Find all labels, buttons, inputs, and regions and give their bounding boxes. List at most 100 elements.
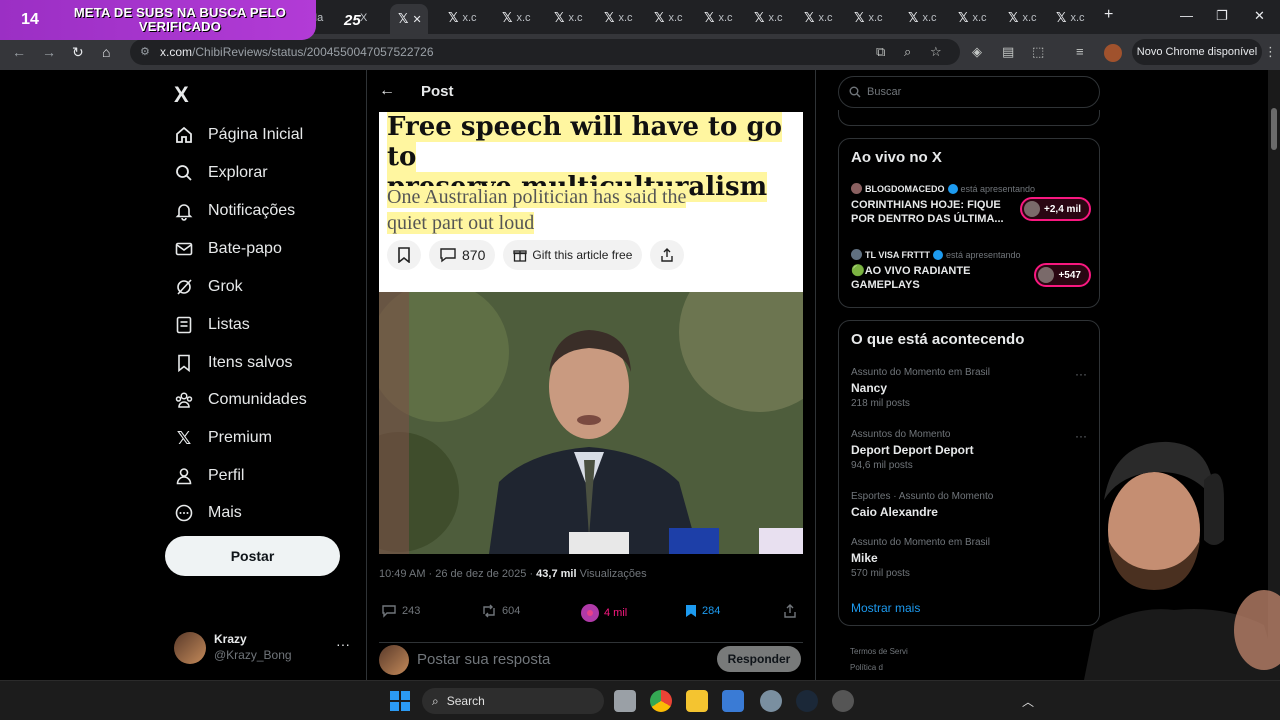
repost-action[interactable]: 604 bbox=[481, 604, 520, 618]
back-arrow-icon[interactable]: ← bbox=[379, 82, 395, 100]
profile-avatar[interactable] bbox=[1104, 44, 1122, 62]
url-host: x.com bbox=[160, 45, 193, 59]
nav-premium[interactable]: 𝕏 Premium bbox=[174, 428, 272, 448]
browser-tab[interactable]: 𝕏x.c bbox=[696, 6, 746, 30]
more-options-icon[interactable]: ··· bbox=[1075, 367, 1087, 381]
nav-grok[interactable]: Grok bbox=[174, 277, 243, 297]
browser-tab[interactable]: 𝕏x.c bbox=[440, 6, 490, 30]
nav-bookmarks[interactable]: Itens salvos bbox=[174, 353, 292, 373]
account-handle: @Krazy_Bong bbox=[214, 648, 292, 662]
x-logo-icon: 𝕏 bbox=[854, 10, 865, 25]
x-logo-icon: 𝕏 bbox=[398, 11, 409, 26]
reply-action[interactable]: 243 bbox=[381, 604, 420, 618]
reload-icon[interactable]: ↻ bbox=[72, 44, 84, 61]
search-input[interactable]: Buscar bbox=[838, 76, 1100, 108]
zoom-icon[interactable]: ⌕ bbox=[904, 44, 911, 60]
share-action[interactable] bbox=[783, 604, 797, 618]
browser-tab[interactable]: 𝕏x.c bbox=[846, 6, 896, 30]
browser-tab[interactable]: 𝕏x.c bbox=[646, 6, 696, 30]
comment-count: 870 bbox=[462, 247, 486, 263]
reply-input[interactable]: Postar sua resposta bbox=[417, 651, 550, 668]
nav-chat[interactable]: Bate-papo bbox=[174, 239, 282, 259]
article-photo[interactable] bbox=[379, 292, 803, 554]
taskbar-search[interactable]: ⌕ Search bbox=[422, 688, 604, 714]
reply-button[interactable]: Responder bbox=[717, 646, 801, 672]
nav-more[interactable]: Mais bbox=[174, 503, 242, 523]
live-item[interactable]: TL VISA FRTTT está apresentando 🟢AO VIVO… bbox=[851, 249, 1091, 292]
browser-tab[interactable]: 𝕏x.c bbox=[546, 6, 596, 30]
account-switcher[interactable]: Krazy @Krazy_Bong ··· bbox=[174, 630, 354, 666]
star-bookmark-icon[interactable]: ☆ bbox=[930, 44, 942, 60]
nav-profile[interactable]: Perfil bbox=[174, 466, 244, 486]
avatar bbox=[851, 183, 862, 194]
app-icon[interactable] bbox=[832, 690, 854, 712]
chrome-icon[interactable] bbox=[650, 690, 672, 712]
scrollbar-thumb[interactable] bbox=[1271, 108, 1277, 150]
browser-tab[interactable]: 𝕏x.c bbox=[900, 6, 950, 30]
tab-label: x.c bbox=[618, 12, 633, 24]
footer-link[interactable]: Termos de Servi bbox=[850, 644, 908, 660]
steam-icon[interactable] bbox=[796, 690, 818, 712]
new-tab-icon[interactable]: + bbox=[1104, 6, 1113, 24]
site-info-icon[interactable]: ⚙ bbox=[140, 45, 150, 58]
trend-item[interactable]: Assunto do Momento em Brasil Mike 570 mi… bbox=[851, 537, 1087, 579]
browser-tab[interactable]: 𝕏x.c bbox=[596, 6, 646, 30]
bookmark-action[interactable]: 284 bbox=[685, 604, 720, 618]
close-window-icon[interactable]: ✕ bbox=[1254, 8, 1265, 24]
browser-tab[interactable]: 𝕏x.c bbox=[1000, 6, 1050, 30]
taskbar-search-label: Search bbox=[446, 694, 485, 708]
extension-icon[interactable]: ▤ bbox=[1002, 44, 1014, 60]
footer-link[interactable]: Política d bbox=[850, 660, 908, 676]
browser-tab[interactable]: 𝕏x.c bbox=[1048, 6, 1098, 30]
restore-icon[interactable]: ❐ bbox=[1216, 8, 1228, 24]
post-timestamp[interactable]: 10:49 AM · 26 de dez de 2025 · bbox=[379, 568, 536, 580]
browser-tab[interactable]: 𝕏x.c bbox=[796, 6, 846, 30]
page-title: Post bbox=[421, 83, 454, 100]
nav-notifications[interactable]: Notificações bbox=[174, 201, 295, 221]
live-listener-pill[interactable]: +547 bbox=[1034, 263, 1091, 287]
file-explorer-icon[interactable] bbox=[686, 690, 708, 712]
trend-item[interactable]: Assuntos do Momento Deport Deport Deport… bbox=[851, 429, 1087, 471]
post-button[interactable]: Postar bbox=[165, 536, 340, 576]
host-name: BLOGDOMACEDO bbox=[865, 183, 945, 194]
live-listener-pill[interactable]: +2,4 mil bbox=[1020, 197, 1091, 221]
nav-lists[interactable]: Listas bbox=[174, 315, 250, 335]
browser-tab[interactable]: 𝕏x.c bbox=[494, 6, 544, 30]
trend-item[interactable]: Assunto do Momento em Brasil Nancy 218 m… bbox=[851, 367, 1087, 409]
minimize-icon[interactable]: — bbox=[1180, 8, 1193, 23]
media-control-icon[interactable]: ≡ bbox=[1076, 44, 1084, 59]
x-logo-icon: 𝕏 bbox=[958, 10, 969, 25]
article-screenshot[interactable]: Free speech will have to go to preserve … bbox=[379, 112, 803, 292]
browser-tab[interactable]: 𝕏x.c bbox=[746, 6, 796, 30]
show-more-link[interactable]: Mostrar mais bbox=[851, 601, 920, 615]
home-icon[interactable]: ⌂ bbox=[102, 44, 110, 60]
tab-label: x.c bbox=[1022, 12, 1037, 24]
avatar bbox=[379, 645, 409, 675]
live-item[interactable]: BLOGDOMACEDO está apresentando CORINTHIA… bbox=[851, 183, 1091, 226]
store-icon[interactable] bbox=[722, 690, 744, 712]
chevron-up-icon[interactable]: ︿ bbox=[1022, 693, 1034, 710]
nav-home[interactable]: Página Inicial bbox=[174, 125, 303, 145]
x-logo-icon: 𝕏 bbox=[654, 10, 665, 25]
trends-panel: O que está acontecendo Assunto do Moment… bbox=[838, 320, 1100, 626]
install-app-icon[interactable]: ⧉ bbox=[876, 44, 885, 60]
nav-communities[interactable]: Comunidades bbox=[174, 390, 307, 410]
address-bar[interactable]: ⚙ x.com/ChibiReviews/status/200455004705… bbox=[130, 39, 960, 65]
chrome-menu-icon[interactable]: ⋮ bbox=[1264, 44, 1277, 60]
browser-tab[interactable]: 𝕏x.c bbox=[950, 6, 1000, 30]
close-tab-icon[interactable]: ✕ bbox=[412, 13, 421, 26]
back-icon[interactable]: ← bbox=[12, 44, 26, 60]
extension-icon[interactable]: ◈ bbox=[972, 44, 982, 60]
windows-start-icon[interactable] bbox=[390, 691, 410, 711]
trend-item[interactable]: Esportes · Assunto do Momento Caio Alexa… bbox=[851, 491, 1087, 519]
browser-tab-active[interactable]: 𝕏 ✕ bbox=[390, 4, 428, 34]
nav-explore[interactable]: Explorar bbox=[174, 163, 268, 183]
like-action[interactable]: 4 mil bbox=[581, 604, 627, 622]
account-menu-icon[interactable]: ··· bbox=[336, 636, 350, 652]
x-logo-icon[interactable]: X bbox=[174, 82, 189, 108]
update-chrome-button[interactable]: Novo Chrome disponível bbox=[1132, 39, 1262, 65]
extensions-puzzle-icon[interactable]: ⬚ bbox=[1032, 44, 1044, 60]
forward-icon[interactable]: → bbox=[42, 44, 56, 60]
settings-icon[interactable] bbox=[760, 690, 782, 712]
task-view-icon[interactable] bbox=[614, 690, 636, 712]
